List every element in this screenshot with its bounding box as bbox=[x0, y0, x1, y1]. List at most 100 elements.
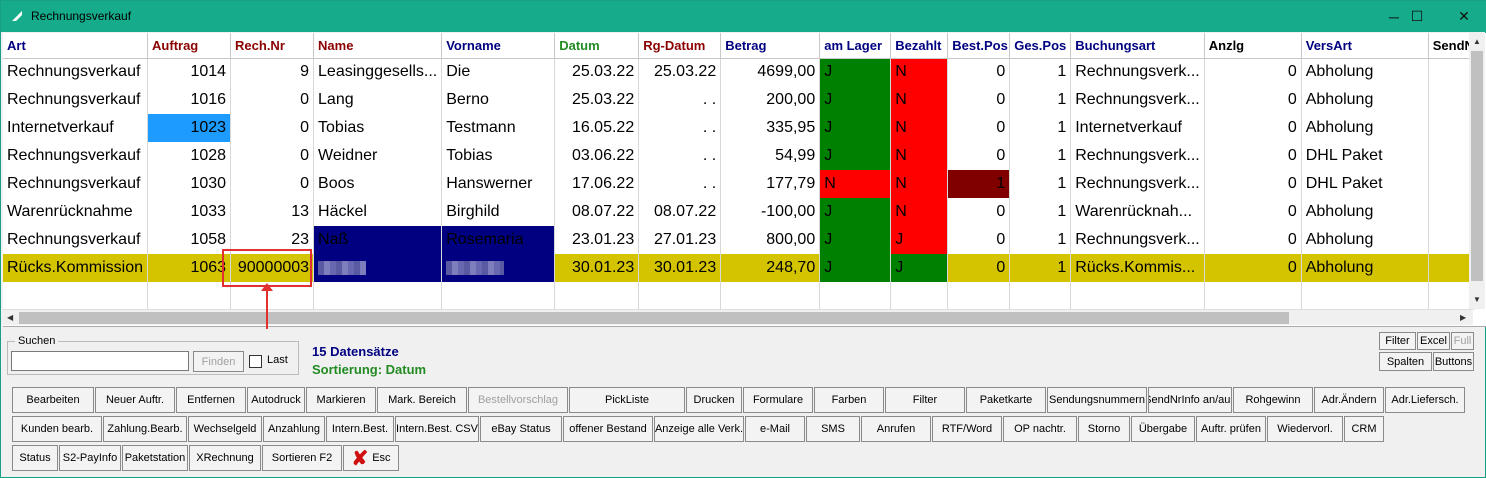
cell-buchungsart[interactable]: Rechnungsverk... bbox=[1070, 142, 1205, 170]
cell-bezahlt[interactable]: N bbox=[890, 114, 949, 142]
col-header-versart[interactable]: VersArt bbox=[1301, 33, 1429, 59]
col-header-bestpos[interactable]: Best.Pos bbox=[947, 33, 1011, 59]
bestellvorschlag-button[interactable]: Bestellvorschlag bbox=[468, 387, 568, 413]
pickliste-button[interactable]: PickListe bbox=[569, 387, 685, 413]
cell-versart[interactable]: DHL Paket bbox=[1301, 142, 1429, 170]
neuer-auftr-button[interactable]: Neuer Auftr. bbox=[95, 387, 175, 413]
cell-bezahlt[interactable]: J bbox=[890, 226, 949, 254]
cell-vorname[interactable]: Testmann bbox=[441, 114, 556, 142]
drucken-button[interactable]: Drucken bbox=[686, 387, 742, 413]
scroll-down-icon[interactable]: ▼ bbox=[1473, 295, 1481, 304]
cell-datum[interactable]: 30.01.23 bbox=[554, 254, 640, 282]
table-row[interactable]: Rechnungsverkauf 1028 0 Weidner Tobias 03.06.… bbox=[3, 142, 1475, 170]
cell-rechnr[interactable]: 0 bbox=[230, 114, 315, 142]
table-row[interactable]: Rechnungsverkauf 1016 0 Lang Berno 25.03.22. … bbox=[3, 86, 1475, 114]
col-header-rgdatum[interactable]: Rg-Datum bbox=[638, 33, 722, 59]
table-row[interactable]: Warenrücknahme 1033 13 Häckel Birghild 08.07.… bbox=[3, 198, 1475, 226]
s2-payinfo-button[interactable]: S2-PayInfo bbox=[59, 445, 121, 471]
cell-betrag[interactable]: -100,00 bbox=[720, 198, 821, 226]
cell-anzlg[interactable]: 0 bbox=[1204, 198, 1302, 226]
cell-buchungsart[interactable]: Rechnungsverk... bbox=[1070, 58, 1205, 86]
cell-bezahlt[interactable]: N bbox=[890, 86, 949, 114]
cell-art[interactable]: Rücks.Kommission bbox=[3, 254, 149, 282]
cell-anzlg[interactable]: 0 bbox=[1204, 86, 1302, 114]
cell-auftrag[interactable]: 1058 bbox=[147, 226, 232, 254]
scroll-left-icon[interactable]: ◀ bbox=[7, 313, 13, 322]
cell-buchungsart[interactable]: Rücks.Kommis... bbox=[1070, 254, 1205, 282]
cell-bestpos[interactable]: 0 bbox=[947, 254, 1011, 282]
cell-rgdatum[interactable]: 08.07.22 bbox=[638, 198, 722, 226]
sms-button[interactable]: SMS bbox=[806, 416, 860, 442]
cell-amlager[interactable]: J bbox=[819, 254, 892, 282]
cell-auftrag[interactable]: 1030 bbox=[147, 170, 232, 198]
cell-anzlg[interactable]: 0 bbox=[1204, 170, 1302, 198]
cell-bezahlt[interactable]: N bbox=[890, 198, 949, 226]
cell-art[interactable]: Rechnungsverkauf bbox=[3, 58, 149, 86]
entfernen-button[interactable]: Entfernen bbox=[176, 387, 246, 413]
cell-bestpos[interactable]: 0 bbox=[947, 58, 1011, 86]
cell-auftrag[interactable]: 1023 bbox=[147, 114, 232, 142]
cell-bestpos[interactable]: 0 bbox=[947, 198, 1011, 226]
cell-bestpos[interactable]: 0 bbox=[947, 142, 1011, 170]
cell-versart[interactable]: Abholung bbox=[1301, 226, 1429, 254]
spalten-button[interactable]: Spalten bbox=[1379, 352, 1432, 371]
table-row[interactable]: Rechnungsverkauf 1014 9 Leasinggesells... Di… bbox=[3, 58, 1475, 86]
cell-bezahlt[interactable]: N bbox=[890, 142, 949, 170]
cell-rgdatum[interactable]: . . bbox=[638, 86, 722, 114]
cell-versart[interactable]: Abholung bbox=[1301, 114, 1429, 142]
cell-anzlg[interactable]: 0 bbox=[1204, 114, 1302, 142]
cell-name[interactable]: Tobias bbox=[313, 114, 443, 142]
col-header-rechnr[interactable]: Rech.Nr bbox=[230, 33, 315, 59]
cell-betrag[interactable]: 177,79 bbox=[720, 170, 821, 198]
cell-gespos[interactable]: 1 bbox=[1009, 86, 1072, 114]
formulare-button[interactable]: Formulare bbox=[743, 387, 813, 413]
kunden-bearb-button[interactable]: Kunden bearb. bbox=[12, 416, 102, 442]
cell-datum[interactable]: 25.03.22 bbox=[554, 58, 640, 86]
cell-rgdatum[interactable]: 27.01.23 bbox=[638, 226, 722, 254]
cell-gespos[interactable]: 1 bbox=[1009, 114, 1072, 142]
col-header-buchungsart[interactable]: Buchungsart bbox=[1070, 33, 1205, 59]
cell-versart[interactable]: DHL Paket bbox=[1301, 170, 1429, 198]
autodruck-button[interactable]: Autodruck bbox=[247, 387, 305, 413]
cell-datum[interactable]: 23.01.23 bbox=[554, 226, 640, 254]
intern-best-button[interactable]: Intern.Best. bbox=[326, 416, 394, 442]
scroll-up-icon[interactable]: ▲ bbox=[1473, 37, 1481, 46]
cell-art[interactable]: Rechnungsverkauf bbox=[3, 170, 149, 198]
cell-name[interactable]: Lang bbox=[313, 86, 443, 114]
cell-gespos[interactable]: 1 bbox=[1009, 254, 1072, 282]
cell-rechnr[interactable]: 13 bbox=[230, 198, 315, 226]
anzahlung-button[interactable]: Anzahlung bbox=[263, 416, 325, 442]
wechselgeld-button[interactable]: Wechselgeld bbox=[188, 416, 262, 442]
op-nachtr-button[interactable]: OP nachtr. bbox=[1003, 416, 1077, 442]
cell-rgdatum[interactable]: . . bbox=[638, 114, 722, 142]
scroll-right-icon[interactable]: ▶ bbox=[1460, 313, 1466, 322]
cell-art[interactable]: Internetverkauf bbox=[3, 114, 149, 142]
cell-vorname[interactable]: Hanswerner bbox=[441, 170, 556, 198]
cell-betrag[interactable]: 54,99 bbox=[720, 142, 821, 170]
cell-name[interactable]: Häckel bbox=[313, 198, 443, 226]
auftr-prüfen-button[interactable]: Auftr. prüfen bbox=[1196, 416, 1266, 442]
cell-sendn[interactable] bbox=[1428, 198, 1475, 226]
esc-button[interactable]: ✘ Esc bbox=[343, 445, 399, 471]
cell-buchungsart[interactable]: Internetverkauf bbox=[1070, 114, 1205, 142]
horizontal-scroll-thumb[interactable] bbox=[19, 312, 1289, 324]
cell-sendn[interactable] bbox=[1428, 254, 1475, 282]
cell-auftrag[interactable]: 1016 bbox=[147, 86, 232, 114]
cell-sendn[interactable] bbox=[1428, 58, 1475, 86]
markieren-button[interactable]: Markieren bbox=[306, 387, 376, 413]
cell-auftrag[interactable]: 1014 bbox=[147, 58, 232, 86]
cell-buchungsart[interactable]: Rechnungsverk... bbox=[1070, 170, 1205, 198]
cell-amlager[interactable]: J bbox=[819, 114, 892, 142]
cell-betrag[interactable]: 335,95 bbox=[720, 114, 821, 142]
wiedervorl-button[interactable]: Wiedervorl. bbox=[1267, 416, 1343, 442]
cell-name[interactable]: Weidner bbox=[313, 142, 443, 170]
col-header-datum[interactable]: Datum bbox=[554, 33, 640, 59]
col-header-anzlg[interactable]: Anzlg bbox=[1204, 33, 1302, 59]
cell-bestpos[interactable]: 1 bbox=[947, 170, 1011, 198]
col-header-bezahlt[interactable]: Bezahlt bbox=[890, 33, 949, 59]
storno-button[interactable]: Storno bbox=[1078, 416, 1130, 442]
cell-vorname[interactable]: Berno bbox=[441, 86, 556, 114]
horizontal-scrollbar[interactable]: ◀ ▶ bbox=[3, 309, 1473, 325]
cell-anzlg[interactable]: 0 bbox=[1204, 58, 1302, 86]
cell-vorname[interactable]: Die bbox=[441, 58, 556, 86]
